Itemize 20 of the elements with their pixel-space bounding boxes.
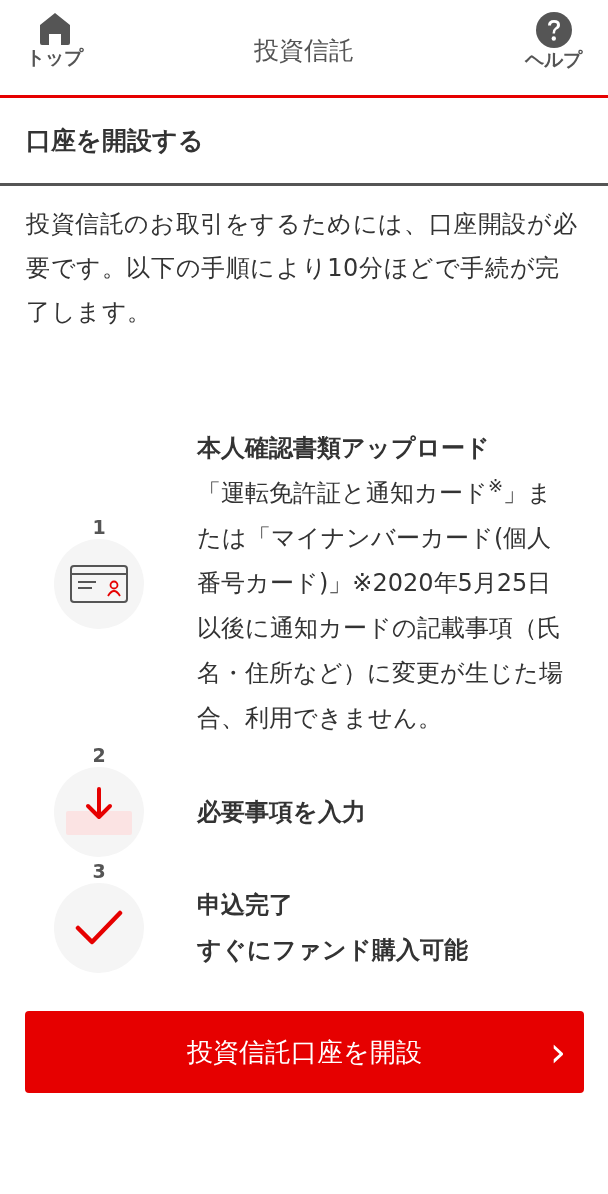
- step-title: すぐにファンド購入可能: [197, 935, 469, 966]
- step-description: 「運転免許証と通知カード$^{※}$」または「マイナンバーカード(個人番号カード)」※2020年5月25日以後に通知カードの記載事項（氏名・住所など）に変更が生じた場合、利用できません。: [197, 474, 564, 734]
- page-title: 投資信託: [254, 35, 354, 67]
- open-account-button[interactable]: 投資信託口座を開設 ›: [25, 1011, 584, 1093]
- home-button[interactable]: トップ: [22, 0, 87, 69]
- step-number: 2: [91, 743, 107, 768]
- step-title: 申込完了: [197, 890, 294, 921]
- step-title: 本人確認書類アップロード: [197, 433, 491, 464]
- home-icon: [38, 12, 71, 46]
- chevron-right-icon: ›: [550, 1032, 566, 1072]
- step-number: 3: [91, 859, 107, 884]
- help-icon: [535, 12, 572, 48]
- input-arrow-icon: [66, 787, 132, 837]
- step-title: 必要事項を入力: [197, 796, 367, 828]
- id-card-icon: [70, 564, 128, 603]
- help-button[interactable]: ヘルプ: [521, 0, 586, 71]
- intro-text: 投資信託のお取引をするためには、口座開設が必要です。以下の手順により10分ほどで手続が完了します。: [25, 209, 579, 328]
- checkmark-icon: [75, 909, 123, 947]
- step-number: 1: [91, 514, 107, 540]
- section-title: 口座を開設する: [0, 98, 608, 186]
